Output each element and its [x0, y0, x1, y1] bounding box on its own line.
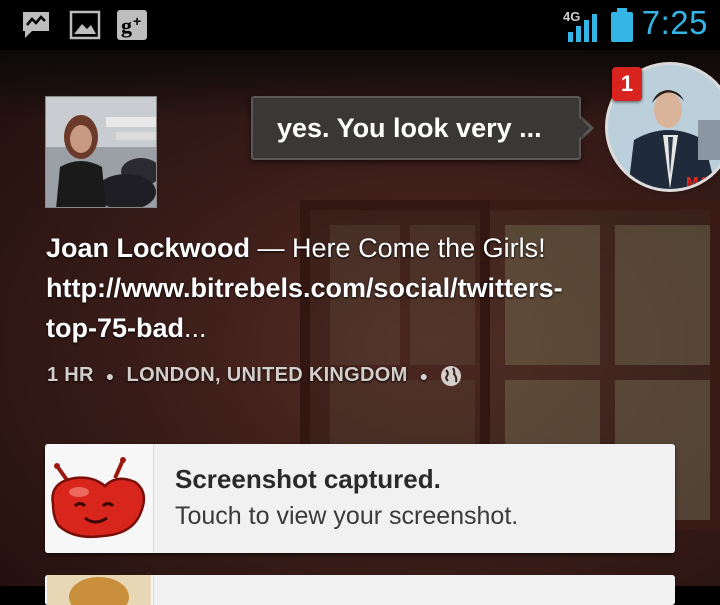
meta-dot: ●: [105, 367, 115, 384]
post-meta: 1 HR ● LONDON, UNITED KINGDOM ●: [47, 364, 462, 387]
post-title: Here Come the Girls!: [292, 233, 546, 263]
status-bar[interactable]: g + 4G 7:25: [0, 0, 720, 50]
chat-message-preview: yes. You look very ...: [277, 113, 542, 143]
clock: 7:25: [641, 4, 708, 41]
avatar-photo: [46, 97, 156, 207]
jelly-bean-icon: [51, 457, 146, 539]
chat-bubble[interactable]: yes. You look very ...: [251, 96, 581, 160]
next-notification[interactable]: [45, 575, 675, 605]
talk-icon: [23, 12, 49, 38]
globe-icon: [441, 365, 462, 386]
post-time: 1 HR: [47, 364, 94, 386]
svg-text:g: g: [121, 13, 132, 38]
signal-icon: [568, 14, 597, 42]
post-link-line2[interactable]: top-75-bad: [46, 313, 184, 343]
notification-icon-box: [45, 444, 154, 553]
author-name[interactable]: Joan Lockwood: [46, 233, 250, 263]
post-ellipsis: ...: [184, 313, 207, 343]
next-notification-icon: [45, 575, 154, 605]
google-plus-icon: g +: [117, 10, 147, 40]
separator: —: [250, 233, 293, 263]
post-location: LONDON, UNITED KINGDOM: [126, 364, 408, 386]
author-avatar[interactable]: [45, 96, 157, 208]
notification-subtitle: Touch to view your screenshot.: [175, 502, 519, 530]
meta-dot: ●: [419, 367, 429, 384]
notification-title: Screenshot captured.: [175, 464, 441, 494]
screenshot-notification[interactable]: Screenshot captured. Touch to view your …: [45, 444, 675, 553]
gallery-icon: [69, 10, 101, 40]
post-body[interactable]: Joan Lockwood — Here Come the Girls! htt…: [46, 228, 666, 348]
svg-text:+: +: [133, 13, 141, 29]
post-link-line1[interactable]: http://www.bitrebels.com/social/twitters…: [46, 273, 563, 303]
battery-icon: [611, 8, 633, 42]
unread-badge: 1: [612, 67, 642, 101]
